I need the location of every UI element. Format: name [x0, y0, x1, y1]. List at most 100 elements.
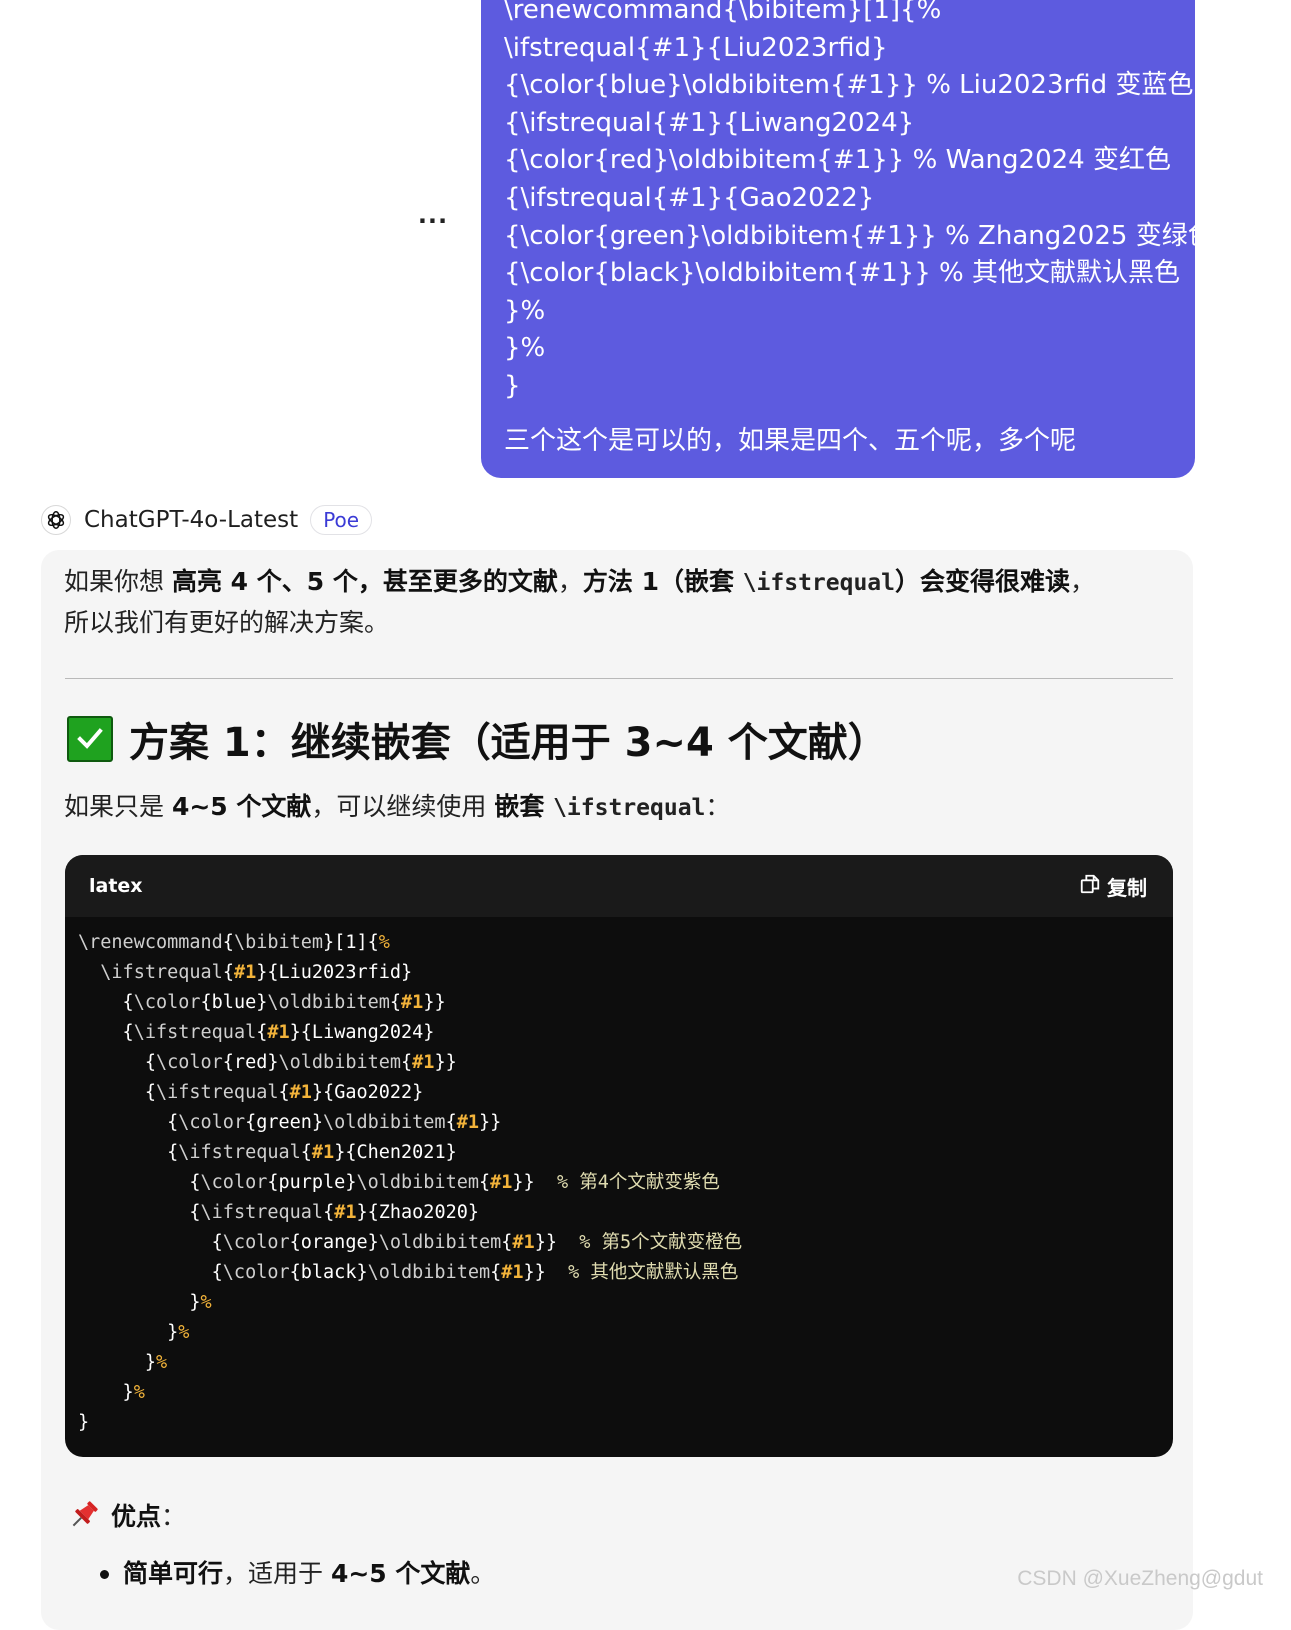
code-token: { — [78, 1082, 156, 1103]
code-token: }{Chen2021} — [334, 1142, 457, 1163]
code-token: % — [178, 1322, 190, 1343]
pros-colon: ： — [161, 1502, 187, 1531]
code-token: \oldbibitem — [278, 1052, 402, 1073]
code-line: {\ifstrequal{#1}{Zhao2020} — [78, 1198, 742, 1228]
user-message-line: {\ifstrequal{#1}{Gao2022} — [504, 182, 875, 213]
code-body[interactable]: \renewcommand{\bibitem}[1]{% \ifstrequal… — [78, 928, 742, 1438]
code-token: \ifstrequal — [100, 962, 223, 983]
intro-bold: 高亮 4 个、5 个，甚至更多的文献 — [171, 567, 558, 596]
code-token: {orange} — [289, 1232, 379, 1253]
code-token: }} — [423, 992, 446, 1013]
code-token: \oldbibitem — [267, 992, 390, 1013]
pros-heading: 优点： — [67, 1496, 186, 1534]
code-token: { — [78, 1052, 156, 1073]
intro-bold: ）会变得很难读 — [895, 567, 1071, 596]
para-text: 如果只是 — [64, 792, 172, 821]
code-token: }} — [479, 1112, 502, 1133]
para-bold: 4~5 个文献 — [171, 792, 312, 821]
divider — [65, 678, 1173, 679]
pushpin-icon — [67, 1498, 101, 1532]
list-item-bold: 4~5 个文献 — [330, 1559, 471, 1588]
para-text: ： — [705, 792, 731, 821]
code-token: % — [200, 1292, 212, 1313]
code-token: { — [300, 1142, 312, 1163]
code-line: {\color{green}\oldbibitem{#1}} — [78, 1108, 742, 1138]
code-line: {\color{purple}\oldbibitem{#1}} % 第4个文献变… — [78, 1168, 742, 1198]
code-line: }% — [78, 1288, 742, 1318]
user-message-bubble: \renewcommand{\bibitem}[1]{% \ifstrequal{… — [481, 0, 1195, 478]
code-token: }} — [523, 1262, 569, 1283]
code-token: \color — [222, 1262, 290, 1283]
code-token: {purple} — [267, 1172, 357, 1193]
code-token: }{Liwang2024} — [289, 1022, 435, 1043]
code-token: { — [389, 992, 402, 1013]
code-token: % — [155, 1352, 168, 1373]
code-token: }{Gao2022} — [311, 1082, 424, 1103]
code-token: #1 — [456, 1112, 479, 1133]
bot-answer-card: 如果你想 高亮 4 个、5 个，甚至更多的文献，方法 1（嵌套 \ifstreq… — [41, 550, 1193, 1630]
copy-icon — [1079, 873, 1107, 900]
code-token: {black} — [289, 1262, 368, 1283]
intro-text: ， — [1070, 567, 1096, 596]
list-item-text: 。 — [470, 1559, 496, 1588]
code-token: \ifstrequal — [133, 1022, 257, 1043]
code-token: #1 — [289, 1082, 312, 1103]
code-token: }{Zhao2020} — [356, 1202, 480, 1223]
code-token: { — [323, 1202, 335, 1223]
code-token: % — [133, 1382, 145, 1403]
code-line: }% — [78, 1318, 742, 1348]
intro-text: 如果你想 — [64, 567, 172, 596]
code-token: #1 — [512, 1232, 535, 1253]
intro-text: 所以我们有更好的解决方案。 — [64, 608, 390, 637]
code-line: {\color{blue}\oldbibitem{#1}} — [78, 988, 742, 1018]
code-token: #1 — [334, 1202, 357, 1223]
code-line: {\color{red}\oldbibitem{#1}} — [78, 1048, 742, 1078]
user-message-line: \renewcommand{\bibitem}[1]{% — [504, 0, 942, 25]
code-line: {\ifstrequal{#1}{Chen2021} — [78, 1138, 742, 1168]
code-token: { — [78, 1142, 179, 1163]
openai-logo-icon — [41, 505, 71, 535]
code-token: { — [222, 932, 234, 953]
code-token: { — [278, 1082, 290, 1103]
user-message-line: }% — [504, 333, 546, 364]
code-token: \color — [200, 1172, 268, 1193]
code-token: { — [78, 1172, 201, 1193]
bot-name[interactable]: ChatGPT-4o-Latest — [84, 507, 298, 533]
code-token: #1 — [267, 1022, 290, 1043]
code-token: #1 — [412, 1052, 435, 1073]
inline-code: \ifstrequal — [742, 570, 896, 596]
code-token: {red} — [222, 1052, 279, 1073]
code-token: #1 — [311, 1142, 335, 1163]
user-message-line: }% — [504, 295, 546, 326]
user-message-line: {\color{green}\oldbibitem{#1}} % Zhang20… — [504, 220, 1195, 251]
code-line: } — [78, 1408, 742, 1438]
code-token: { — [445, 1112, 457, 1133]
section-heading: 方案 1：继续嵌套（适用于 3~4 个文献） — [67, 712, 888, 766]
code-token: } — [78, 1292, 201, 1313]
answer-paragraph: 如果只是 4~5 个文献，可以继续使用 嵌套 \ifstrequal： — [64, 788, 730, 827]
code-token: { — [501, 1232, 513, 1253]
platform-badge: Poe — [310, 505, 373, 535]
code-token: } — [78, 1352, 156, 1373]
code-token: \color — [133, 992, 201, 1013]
user-question: 三个这个是可以的，如果是四个、五个呢，多个呢 — [504, 426, 1077, 456]
check-mark-icon — [67, 716, 113, 762]
code-token: { — [222, 962, 234, 983]
code-language-label: latex — [89, 875, 143, 897]
code-line: }% — [78, 1378, 742, 1408]
code-token: { — [256, 1022, 268, 1043]
code-token: { — [78, 992, 134, 1013]
more-options-button[interactable]: ··· — [417, 209, 449, 234]
code-token: #1 — [233, 962, 257, 983]
code-line: {\ifstrequal{#1}{Gao2022} — [78, 1078, 742, 1108]
code-token: { — [78, 1112, 179, 1133]
list-item-bold: 简单可行 — [123, 1559, 224, 1588]
code-token: \bibitem — [233, 932, 324, 953]
copy-button[interactable]: 复制 — [1079, 872, 1147, 901]
code-token: } — [78, 1412, 90, 1433]
code-header: latex 复制 — [65, 855, 1173, 917]
code-token: #1 — [501, 1262, 524, 1283]
answer-intro: 如果你想 高亮 4 个、5 个，甚至更多的文献，方法 1（嵌套 \ifstreq… — [64, 562, 1174, 642]
code-token: \ifstrequal — [155, 1082, 279, 1103]
